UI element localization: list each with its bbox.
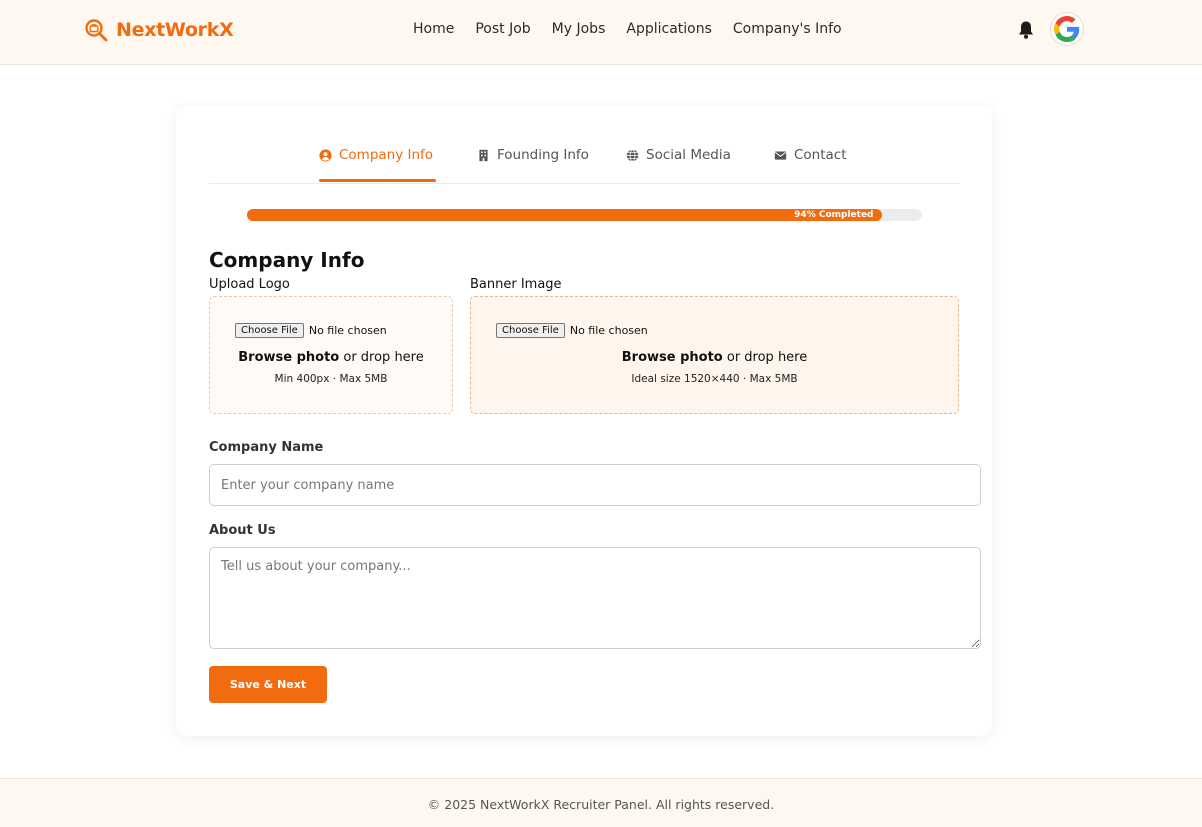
nav-my-jobs[interactable]: My Jobs [552, 21, 606, 37]
tab-label: Company Info [339, 147, 434, 163]
globe-icon [626, 148, 639, 162]
about-us-textarea[interactable] [209, 547, 981, 649]
banner-file-status: No file chosen [569, 324, 648, 337]
logo-dropzone[interactable]: Choose File No file chosen Browse photo … [209, 296, 453, 414]
nav-company-info[interactable]: Company's Info [733, 21, 842, 37]
tab-contact[interactable]: Contact [774, 147, 847, 163]
section-title: Company Info [209, 248, 365, 272]
progress-fill: 94% Completed [247, 209, 882, 221]
about-us-label: About Us [209, 523, 276, 538]
brand-logo[interactable]: NextWorkX [84, 18, 234, 42]
browse-photo-link[interactable]: Browse photo [622, 350, 723, 365]
banner-file-input: Choose File No file chosen [496, 323, 648, 338]
progress-label: 94% Completed [794, 210, 874, 220]
step-tabs: Company Info Founding Info Social Media [209, 106, 960, 184]
active-tab-indicator [319, 179, 436, 182]
banner-choose-file-button[interactable]: Choose File [496, 323, 565, 338]
logo-file-input: Choose File No file chosen [235, 323, 387, 338]
company-info-card: Company Info Founding Info Social Media [176, 106, 992, 736]
top-navbar: NextWorkX Home Post Job My Jobs Applicat… [0, 0, 1202, 65]
tab-company-info[interactable]: Company Info [319, 147, 433, 163]
company-name-input[interactable] [209, 464, 981, 506]
tab-social-media[interactable]: Social Media [626, 147, 731, 163]
user-circle-icon [319, 148, 332, 162]
footer-copyright: © 2025 NextWorkX Recruiter Panel. All ri… [427, 797, 775, 812]
banner-dropzone[interactable]: Choose File No file chosen Browse photo … [470, 296, 959, 414]
main-nav: Home Post Job My Jobs Applications Compa… [413, 21, 863, 37]
company-name-label: Company Name [209, 440, 324, 455]
logo-file-status: No file chosen [308, 324, 387, 337]
logo-choose-file-button[interactable]: Choose File [235, 323, 304, 338]
drop-here-text: or drop here [722, 350, 808, 365]
upload-logo-label: Upload Logo [209, 277, 290, 292]
brand-name: NextWorkX [116, 19, 234, 41]
bell-icon[interactable] [1017, 20, 1035, 40]
avatar[interactable] [1050, 12, 1084, 46]
nav-home[interactable]: Home [413, 21, 454, 37]
banner-browse-text: Browse photo or drop here [471, 350, 958, 365]
logo-size-hint: Min 400px · Max 5MB [274, 373, 388, 385]
nav-post-job[interactable]: Post Job [475, 21, 530, 37]
progress-bar: 94% Completed [247, 209, 922, 221]
browse-photo-link[interactable]: Browse photo [238, 350, 339, 365]
drop-here-text: or drop here [339, 350, 424, 365]
google-g-icon [1054, 16, 1080, 42]
tab-label: Social Media [646, 147, 731, 163]
envelope-icon [774, 150, 787, 160]
search-briefcase-icon [85, 19, 108, 42]
tab-label: Founding Info [497, 147, 589, 163]
building-icon [479, 149, 488, 161]
nav-applications[interactable]: Applications [626, 21, 712, 37]
banner-size-hint: Ideal size 1520×440 · Max 5MB [631, 373, 798, 385]
tab-label: Contact [794, 147, 847, 163]
logo-browse-text: Browse photo or drop here [210, 350, 452, 365]
footer: © 2025 NextWorkX Recruiter Panel. All ri… [0, 778, 1202, 827]
banner-image-label: Banner Image [470, 277, 562, 292]
save-next-button[interactable]: Save & Next [209, 666, 327, 703]
tab-founding-info[interactable]: Founding Info [477, 147, 589, 163]
